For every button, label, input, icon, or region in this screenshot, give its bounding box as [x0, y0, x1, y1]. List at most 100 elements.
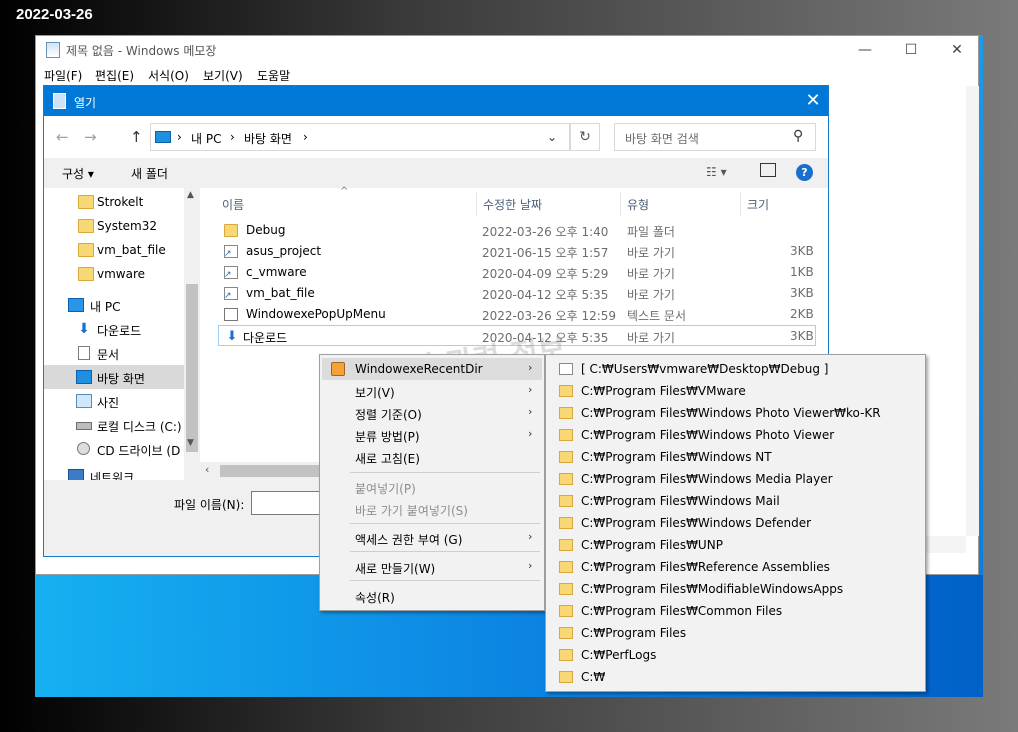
- preview-pane-icon[interactable]: [760, 163, 776, 177]
- nav-item-cd-drive[interactable]: CD 드라이브 (D: [44, 437, 184, 461]
- nav-item-downloads[interactable]: ⬇ 다운로드: [44, 317, 184, 341]
- forward-arrow-icon[interactable]: →: [84, 128, 97, 146]
- notepad-vertical-scrollbar[interactable]: [966, 86, 979, 536]
- refresh-icon[interactable]: ↻: [570, 123, 600, 151]
- nav-item-documents[interactable]: 문서: [44, 341, 184, 365]
- navpane-scrollbar[interactable]: ▲ ▼: [184, 188, 200, 480]
- scroll-left-icon[interactable]: ‹: [205, 463, 209, 476]
- breadcrumb-my-pc[interactable]: 내 PC: [191, 130, 221, 147]
- dialog-titlebar[interactable]: 열기 ✕: [44, 86, 828, 116]
- nav-item-my-pc[interactable]: 내 PC: [44, 293, 184, 317]
- column-header-name[interactable]: 이름: [222, 196, 244, 213]
- nav-item-desktop[interactable]: 바탕 화면: [44, 365, 184, 389]
- close-button[interactable]: ✕: [934, 36, 980, 64]
- menu-format[interactable]: 서식(O): [148, 67, 189, 84]
- column-header-date[interactable]: 수정한 날짜: [483, 196, 542, 213]
- submenu-item[interactable]: C:₩Program Files₩UNP: [548, 534, 924, 556]
- submenu-label: C:₩Program Files: [581, 626, 687, 640]
- notepad-title: 제목 없음 - Windows 메모장: [66, 44, 217, 58]
- menu-view[interactable]: 보기(V): [203, 67, 243, 84]
- up-arrow-icon[interactable]: ↑: [130, 128, 143, 146]
- column-header-size[interactable]: 크기: [747, 196, 769, 213]
- organize-button[interactable]: 구성 ▾: [62, 165, 94, 182]
- menu-item-give-access[interactable]: 액세스 권한 부여 (G) ›: [322, 527, 542, 549]
- file-row-downloads[interactable]: ⬇ 다운로드 2020-04-12 오후 5:35 바로 가기 3KB: [218, 325, 816, 346]
- menu-separator: [350, 523, 540, 524]
- menu-edit[interactable]: 편집(E): [95, 67, 134, 84]
- submenu-item[interactable]: C:₩: [548, 666, 924, 688]
- file-row-windowexepopupmenu[interactable]: WindowexePopUpMenu 2022-03-26 오후 12:59 텍…: [218, 304, 816, 325]
- submenu-item[interactable]: C:₩Program Files₩VMware: [548, 380, 924, 402]
- nav-item-system32[interactable]: System32: [44, 214, 184, 238]
- file-row-asus-project[interactable]: asus_project 2021-06-15 오후 1:57 바로 가기 3K…: [218, 241, 816, 262]
- filename-label: 파일 이름(N):: [174, 498, 245, 512]
- menu-label: WindowexeRecentDir: [355, 362, 483, 376]
- menu-item-paste-shortcut: 바로 가기 붙여넣기(S): [322, 498, 542, 520]
- file-type: 바로 가기: [627, 288, 675, 302]
- notepad-icon: [53, 93, 66, 109]
- submenu-item[interactable]: C:₩Program Files: [548, 622, 924, 644]
- nav-item-vmware[interactable]: vmware: [44, 262, 184, 286]
- file-size: 2KB: [790, 307, 814, 321]
- new-folder-button[interactable]: 새 폴더: [131, 165, 168, 182]
- submenu-arrow-icon: ›: [528, 559, 533, 572]
- minimize-button[interactable]: —: [842, 36, 888, 64]
- search-input[interactable]: 바탕 화면 검색 ⚲: [614, 123, 816, 151]
- submenu-item[interactable]: C:₩Program Files₩ModifiableWindowsApps: [548, 578, 924, 600]
- file-row-vm-bat-file[interactable]: vm_bat_file 2020-04-12 오후 5:35 바로 가기 3KB: [218, 283, 816, 304]
- submenu-item[interactable]: C:₩Program Files₩Windows Photo Viewer₩ko…: [548, 402, 924, 424]
- submenu-arrow-icon: ›: [528, 361, 533, 374]
- submenu-item[interactable]: C:₩Program Files₩Windows Mail: [548, 490, 924, 512]
- file-date: 2021-06-15 오후 1:57: [482, 246, 609, 260]
- pc-icon: [68, 298, 84, 312]
- menu-label: 속성(R): [355, 591, 395, 605]
- dialog-close-button[interactable]: ✕: [798, 86, 828, 116]
- menu-file[interactable]: 파일(F): [44, 67, 82, 84]
- nav-item-local-disk[interactable]: 로컬 디스크 (C:): [44, 413, 184, 437]
- submenu-item[interactable]: C:₩Program Files₩Windows Photo Viewer: [548, 424, 924, 446]
- menu-label: 액세스 권한 부여 (G): [355, 533, 463, 547]
- nav-item-pictures[interactable]: 사진: [44, 389, 184, 413]
- back-arrow-icon[interactable]: ←: [56, 128, 69, 146]
- shortcut-icon: [224, 245, 238, 259]
- scrollbar-thumb[interactable]: [186, 284, 198, 452]
- submenu-item[interactable]: C:₩PerfLogs: [548, 644, 924, 666]
- nav-item-network[interactable]: 네트워크: [44, 464, 184, 480]
- view-options-icon[interactable]: ☷ ▾: [706, 165, 727, 179]
- menu-item-refresh[interactable]: 새로 고침(E): [322, 446, 542, 468]
- notepad-titlebar[interactable]: 제목 없음 - Windows 메모장 — ☐ ✕: [36, 36, 978, 64]
- submenu-item[interactable]: C:₩Program Files₩Common Files: [548, 600, 924, 622]
- scroll-down-icon[interactable]: ▼: [187, 438, 194, 448]
- menu-help[interactable]: 도움말: [257, 67, 290, 84]
- help-icon[interactable]: ?: [796, 164, 813, 181]
- submenu-item[interactable]: C:₩Program Files₩Windows NT: [548, 446, 924, 468]
- menu-separator: [350, 472, 540, 473]
- menu-item-view[interactable]: 보기(V) ›: [322, 380, 542, 402]
- menu-item-new[interactable]: 새로 만들기(W) ›: [322, 556, 542, 578]
- breadcrumb-desktop[interactable]: 바탕 화면: [244, 130, 292, 147]
- submenu-item[interactable]: C:₩Program Files₩Windows Media Player: [548, 468, 924, 490]
- dialog-toolbar: 구성 ▾ 새 폴더 ☷ ▾ ?: [44, 158, 828, 188]
- file-row-c-vmware[interactable]: c_vmware 2020-04-09 오후 5:29 바로 가기 1KB: [218, 262, 816, 283]
- menu-item-sort-by[interactable]: 정렬 기준(O) ›: [322, 402, 542, 424]
- submenu-item[interactable]: [ C:₩Users₩vmware₩Desktop₩Debug ]: [548, 358, 924, 380]
- folder-icon: [559, 429, 573, 441]
- search-icon[interactable]: ⚲: [793, 128, 803, 144]
- scroll-up-icon[interactable]: ▲: [187, 190, 194, 200]
- submenu-arrow-icon: ›: [528, 530, 533, 543]
- address-bar[interactable]: › 내 PC › 바탕 화면 › ⌄: [150, 123, 570, 151]
- maximize-button[interactable]: ☐: [888, 36, 934, 64]
- submenu-item[interactable]: C:₩Program Files₩Windows Defender: [548, 512, 924, 534]
- menu-label: 분류 방법(P): [355, 430, 420, 444]
- menu-item-group-by[interactable]: 분류 방법(P) ›: [322, 424, 542, 446]
- submenu-item[interactable]: C:₩Program Files₩Reference Assemblies: [548, 556, 924, 578]
- column-header-type[interactable]: 유형: [627, 196, 649, 213]
- nav-item-strokeit[interactable]: Strokelt: [44, 190, 184, 214]
- address-dropdown-icon[interactable]: ⌄: [547, 130, 557, 144]
- menu-item-properties[interactable]: 속성(R): [322, 585, 542, 607]
- file-row-debug[interactable]: Debug 2022-03-26 오후 1:40 파일 폴더: [218, 220, 816, 241]
- file-name: asus_project: [246, 244, 322, 258]
- submenu-label: [ C:₩Users₩vmware₩Desktop₩Debug ]: [581, 362, 829, 376]
- menu-item-windowexerecentdir[interactable]: WindowexeRecentDir ›: [322, 358, 542, 380]
- nav-item-vm-bat-file[interactable]: vm_bat_file: [44, 238, 184, 262]
